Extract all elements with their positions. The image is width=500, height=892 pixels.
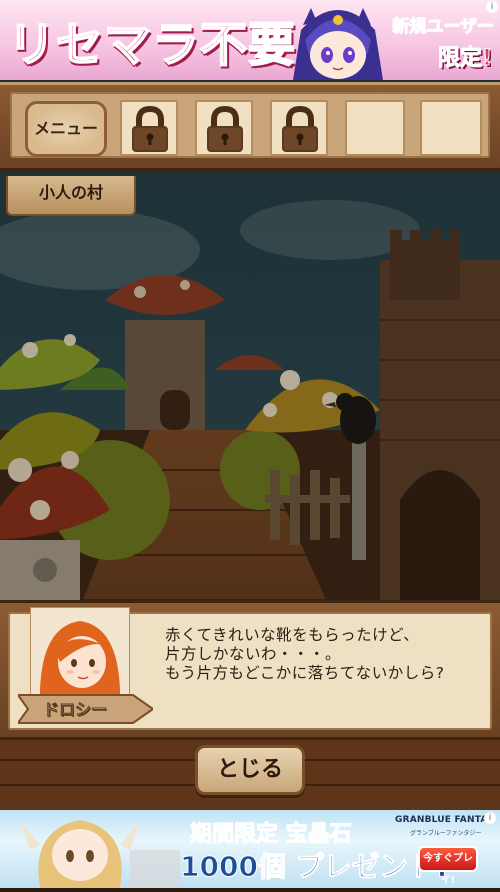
top-ad-banner[interactable]: リセマラ不要 新規ユーザー 限定! i	[0, 0, 500, 80]
item-slot-3[interactable]	[270, 100, 328, 156]
bottom-ad-offer: 1000個 プレゼント!	[179, 850, 449, 884]
bottom-ad-headline: 期間限定 宝晶石	[190, 822, 353, 848]
top-ad-subtitle-1: 新規ユーザー	[392, 17, 495, 38]
ad-character-illustration	[293, 8, 383, 80]
item-slot-5[interactable]	[420, 100, 482, 156]
ad-info-icon[interactable]: i	[484, 812, 496, 824]
play-now-button[interactable]: 今すぐプレイ!	[418, 846, 478, 886]
menu-button[interactable]: メニュー	[25, 101, 107, 157]
ad-character-illustration	[20, 820, 180, 888]
speaker-name: ドロシー	[42, 700, 108, 720]
lock-icon	[207, 105, 243, 152]
item-slot-1[interactable]	[120, 100, 178, 156]
item-slot-4[interactable]	[345, 100, 405, 156]
ad-info-icon[interactable]: i	[486, 1, 498, 13]
lock-icon	[282, 105, 318, 152]
lock-icon	[132, 105, 168, 152]
menu-button-label: メニュー	[33, 119, 98, 138]
dialog-line-3: もう片方もどこかに落ちてないかしら?	[165, 664, 445, 682]
location-tab: 小人の村	[6, 176, 136, 216]
granblue-logo-subtitle: グランブルーファンタジー	[410, 830, 482, 837]
top-ad-subtitle-2: 限定!	[437, 46, 492, 72]
location-label: 小人の村	[38, 183, 103, 202]
item-slot-2[interactable]	[195, 100, 253, 156]
top-ad-title: リセマラ不要	[7, 17, 296, 74]
close-button[interactable]: とじる	[195, 745, 305, 795]
close-button-label: とじる	[216, 757, 283, 782]
granblue-logo: GRANBLUE FANTAS	[395, 815, 495, 825]
